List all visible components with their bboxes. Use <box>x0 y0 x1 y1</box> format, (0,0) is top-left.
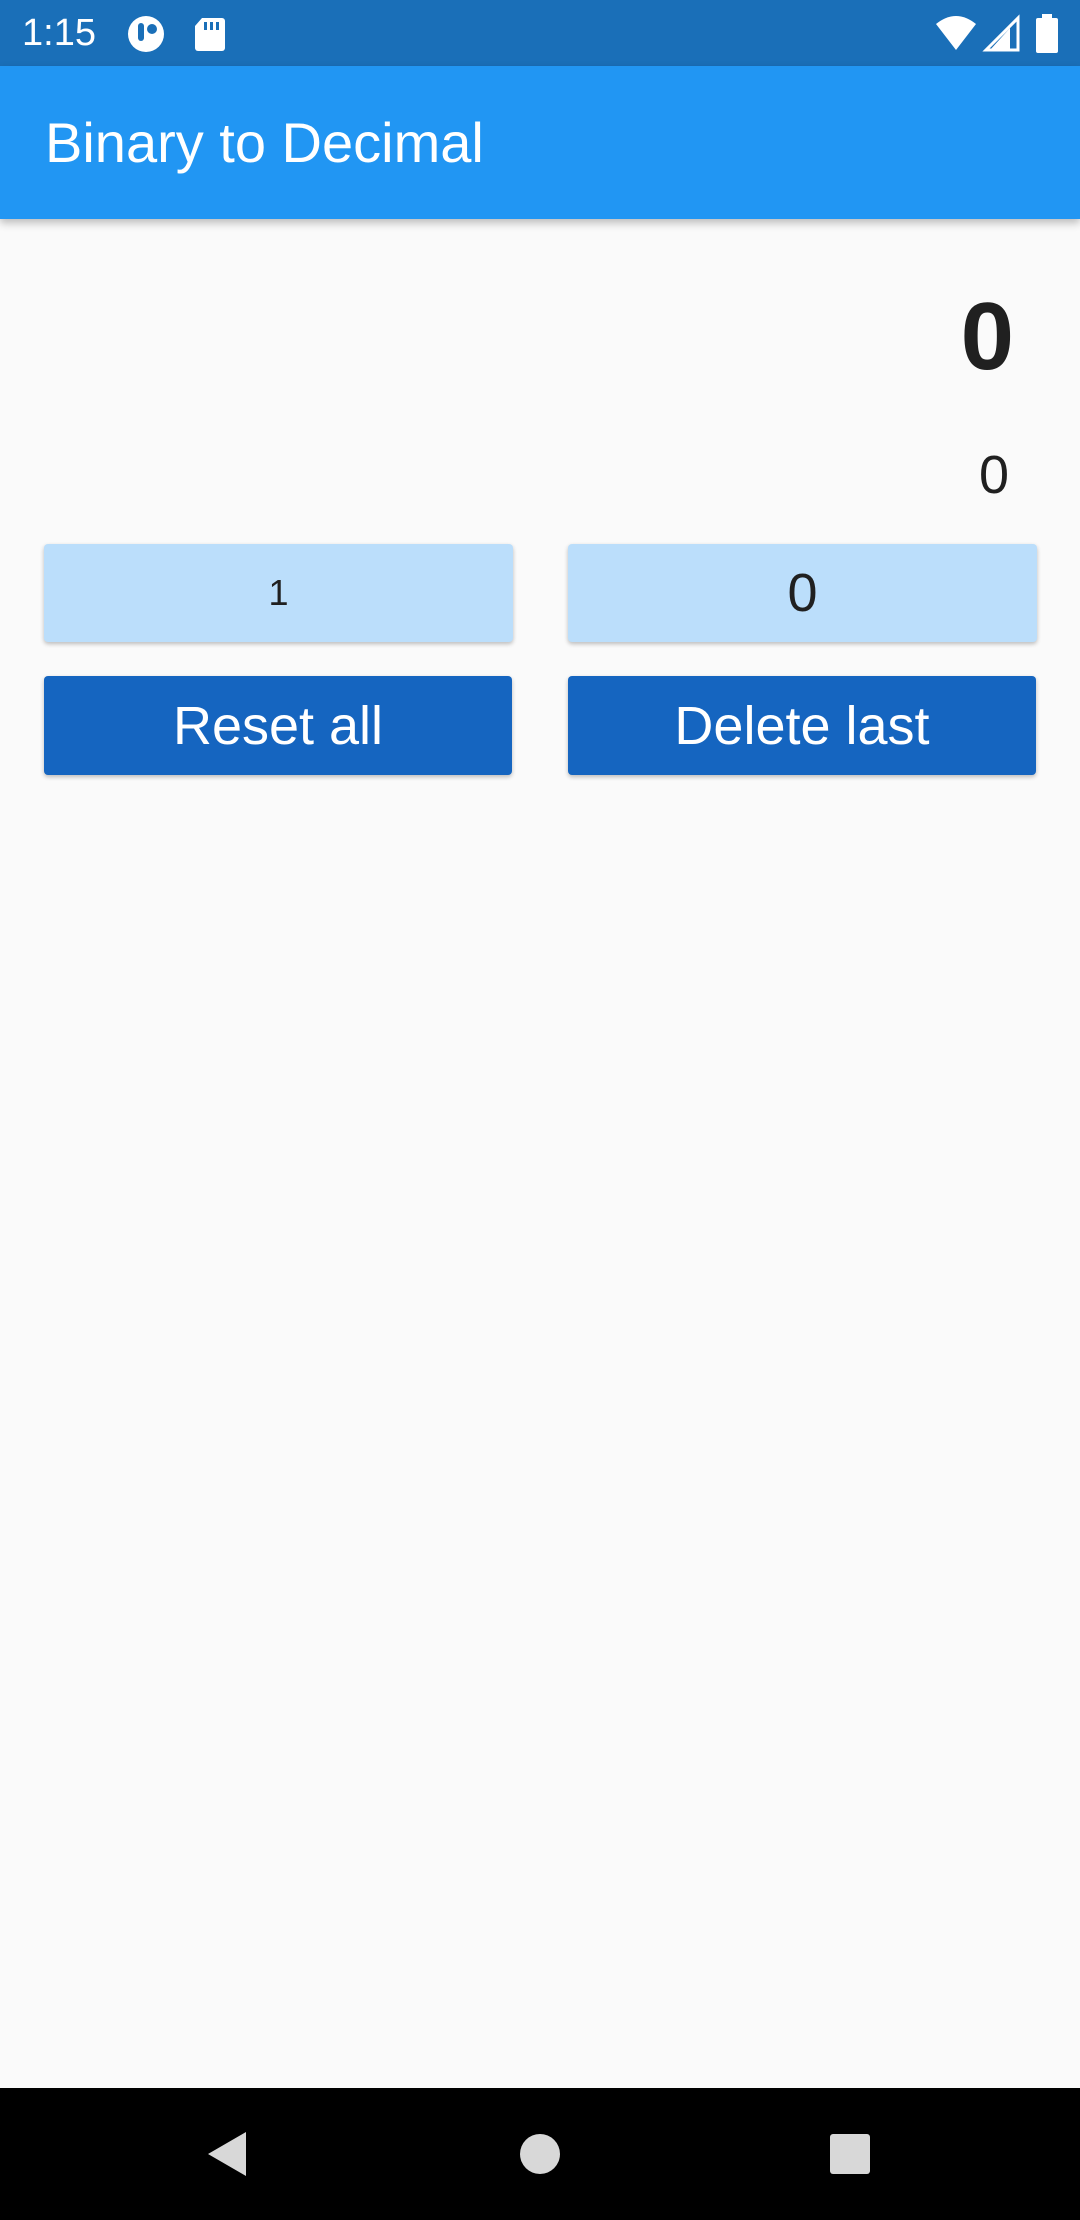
binary-input-display: 0 <box>978 445 1009 505</box>
cell-signal-icon <box>982 14 1022 54</box>
delete-last-button[interactable]: Delete last <box>568 676 1036 775</box>
decimal-result: 0 <box>960 283 1014 390</box>
delete-last-label: Delete last <box>674 695 930 756</box>
screen: 1:15 Binary to Decimal 0 0 1 0 Reset all… <box>0 0 1080 2220</box>
wifi-icon <box>934 14 978 54</box>
app-bar: Binary to Decimal <box>0 66 1080 219</box>
home-icon[interactable] <box>508 2122 572 2186</box>
status-bar: 1:15 <box>0 0 1080 66</box>
navigation-bar <box>0 2088 1080 2220</box>
app-notification-icon <box>126 14 166 54</box>
app-title: Binary to Decimal <box>45 111 484 174</box>
status-time: 1:15 <box>22 12 96 54</box>
back-icon[interactable] <box>200 2122 264 2186</box>
digit-zero-button[interactable]: 0 <box>568 544 1037 642</box>
digit-zero-label: 0 <box>787 563 818 623</box>
reset-all-label: Reset all <box>172 695 384 756</box>
digit-one-button[interactable]: 1 <box>44 544 513 642</box>
digit-one-label: 1 <box>268 572 289 613</box>
battery-icon <box>1034 14 1060 54</box>
reset-all-button[interactable]: Reset all <box>44 676 512 775</box>
sd-card-icon <box>190 14 230 54</box>
recents-icon[interactable] <box>818 2122 882 2186</box>
